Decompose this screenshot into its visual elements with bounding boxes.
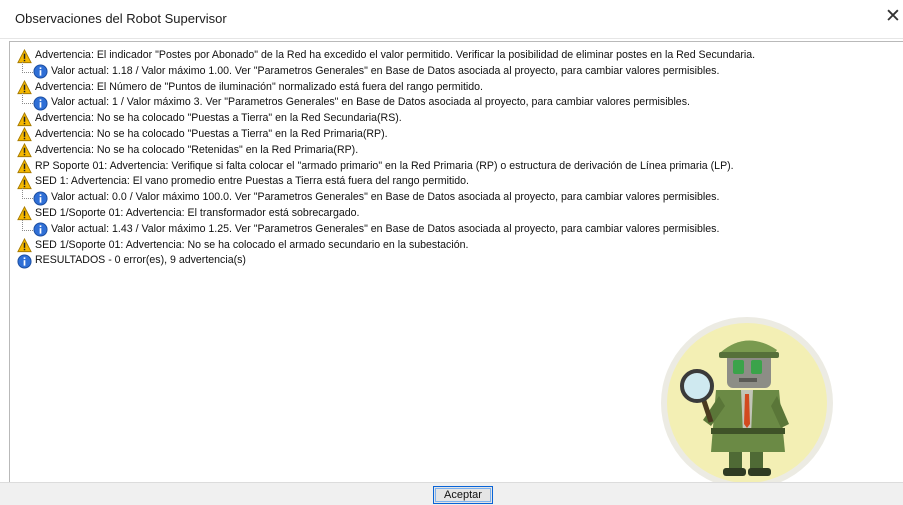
window-title: Observaciones del Robot Supervisor (15, 11, 227, 26)
info-icon (33, 191, 48, 206)
info-icon (33, 96, 48, 111)
message-text: Advertencia: No se ha colocado "Puestas … (35, 127, 388, 140)
message-text: Advertencia: No se ha colocado "Puestas … (35, 112, 402, 125)
info-icon (33, 64, 48, 79)
message-text: Advertencia: El Número de "Puntos de ilu… (35, 80, 483, 93)
message-text: SED 1/Soporte 01: Advertencia: No se ha … (35, 238, 469, 251)
close-button[interactable]: ✕ (883, 4, 903, 30)
warning-icon (17, 158, 32, 174)
message-text: SED 1/Soporte 01: Advertencia: El transf… (35, 206, 360, 219)
tree-connector (22, 188, 33, 200)
message-text: Advertencia: No se ha colocado "Retenida… (35, 143, 359, 156)
warning-icon (17, 127, 32, 142)
warning-icon (17, 111, 32, 127)
message-text: Advertencia: El indicador "Postes por Ab… (35, 49, 756, 61)
message-text: Valor actual: 1.43 / Valor máximo 1.25. … (51, 222, 720, 235)
accept-button[interactable]: Aceptar (433, 486, 493, 504)
message-text: RESULTADOS - 0 error(es), 9 advertencia(… (35, 254, 246, 267)
dialog-footer: Aceptar (0, 482, 903, 505)
warning-icon (17, 143, 32, 158)
tree-connector (22, 219, 33, 231)
info-icon (33, 222, 48, 237)
message-text: SED 1: Advertencia: El vano promedio ent… (35, 175, 469, 188)
title-bar: Observaciones del Robot Supervisor ✕ (0, 0, 903, 39)
message-text: Valor actual: 1 / Valor máximo 3. Ver "P… (51, 96, 690, 109)
message-text: Valor actual: 1.18 / Valor máximo 1.00. … (51, 64, 720, 77)
message-text: RP Soporte 01: Advertencia: Verifique si… (35, 159, 734, 172)
tree-connector (22, 93, 33, 105)
robot-inspector-icon (661, 317, 833, 489)
warning-icon (17, 237, 32, 253)
message-text: Valor actual: 0.0 / Valor máximo 100.0. … (51, 191, 720, 204)
info-icon (17, 254, 32, 269)
tree-connector (22, 61, 33, 73)
close-icon: ✕ (885, 6, 901, 27)
messages-panel: Advertencia: El indicador "Postes por Ab… (9, 41, 903, 489)
